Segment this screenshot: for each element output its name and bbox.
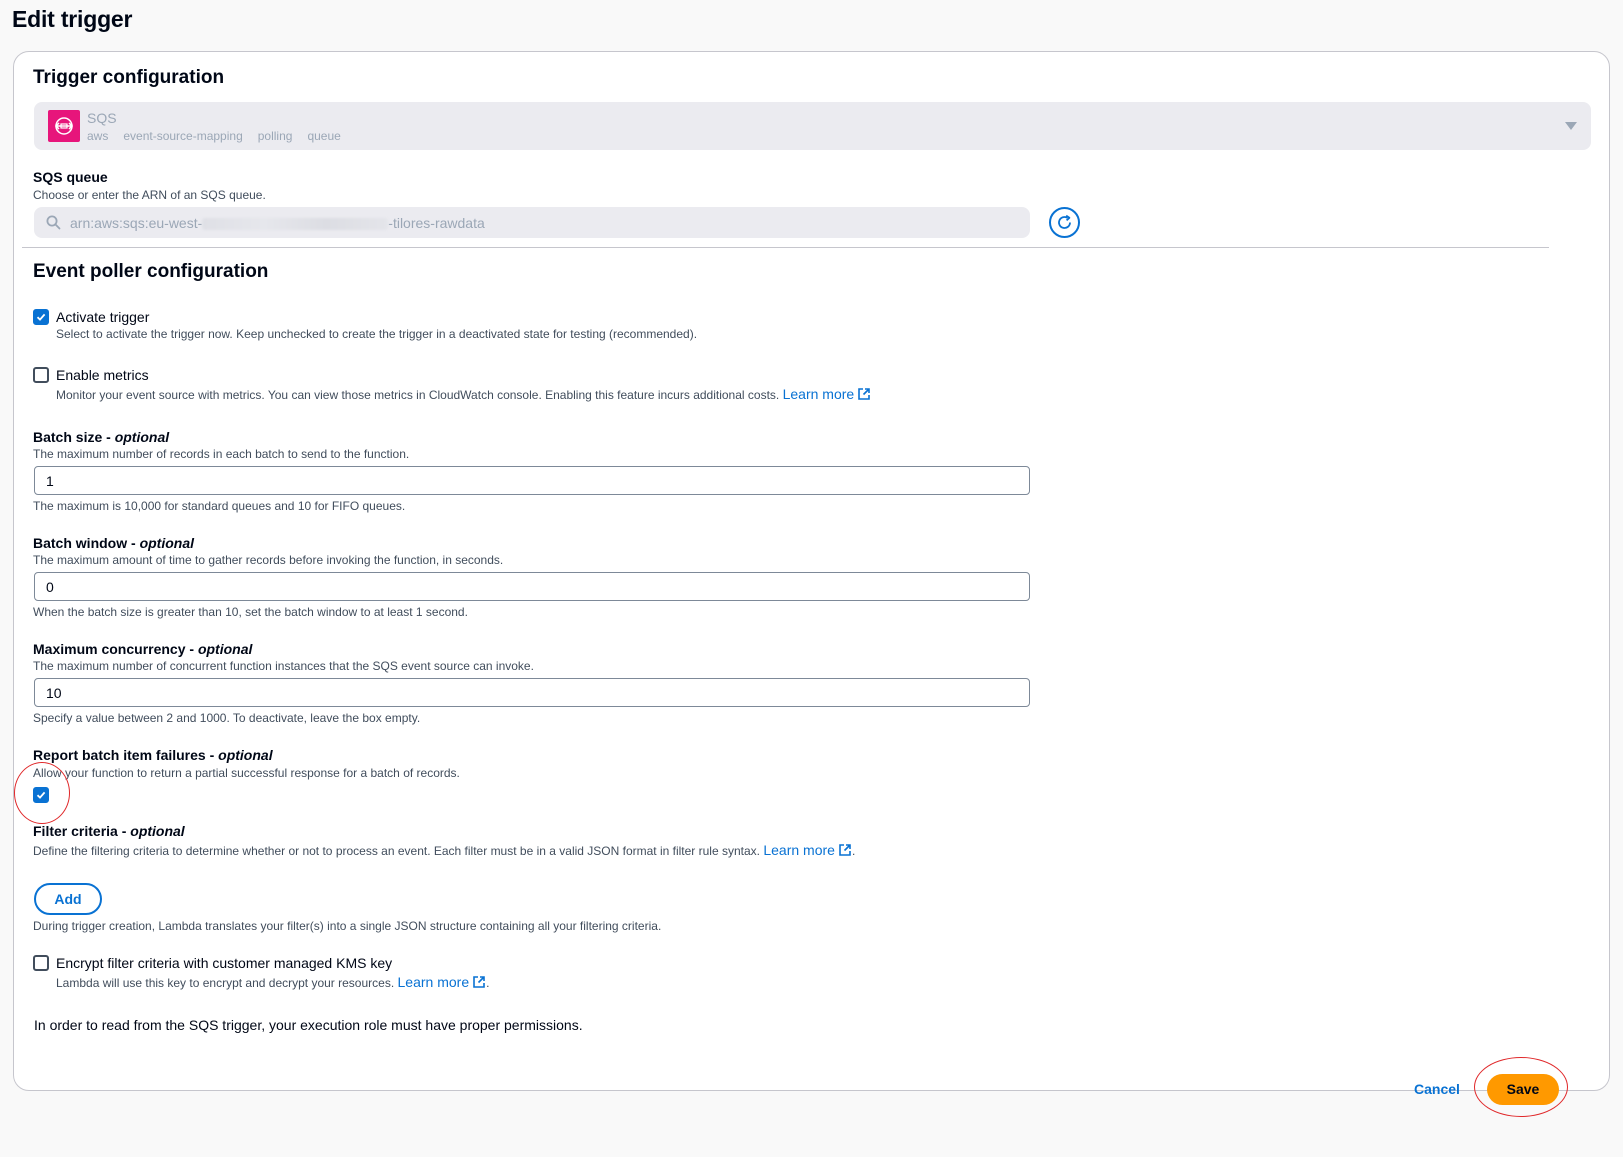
page-title: Edit trigger <box>12 6 133 32</box>
sqs-logo-icon <box>48 110 80 142</box>
arn-prefix: arn:aws:sqs:eu-west- <box>70 215 203 231</box>
encrypt-filter-description-text: Lambda will use this key to encrypt and … <box>56 976 395 990</box>
caret-down-icon <box>1565 122 1577 130</box>
learn-more-text: Learn more <box>397 974 470 990</box>
trigger-form-card: Trigger configuration SQS aws event-sour… <box>13 51 1610 1091</box>
encrypt-filter-learn-more-link[interactable]: Learn more <box>398 974 487 990</box>
activate-trigger-checkbox[interactable] <box>33 309 49 325</box>
enable-metrics-checkbox[interactable] <box>33 367 49 383</box>
filter-criteria-description-text: Define the filtering criteria to determi… <box>33 844 760 858</box>
enable-metrics-label[interactable]: Enable metrics <box>56 367 149 383</box>
report-batch-failures-label: Report batch item failures - optional <box>33 747 273 763</box>
batch-size-input[interactable]: 1 <box>34 466 1030 495</box>
enable-metrics-description: Monitor your event source with metrics. … <box>56 386 871 402</box>
optional-label: optional <box>218 747 273 763</box>
activate-trigger-label[interactable]: Activate trigger <box>56 309 149 325</box>
report-batch-failures-label-text: Report batch item failures - <box>33 747 219 763</box>
enable-metrics-learn-more-link[interactable]: Learn more <box>783 386 872 402</box>
source-tags: aws event-source-mapping polling queue <box>87 129 341 143</box>
max-concurrency-hint: Specify a value between 2 and 1000. To d… <box>33 711 421 725</box>
report-batch-failures-checkbox[interactable] <box>33 787 49 803</box>
source-tag: polling <box>257 129 293 143</box>
batch-window-description: The maximum amount of time to gather rec… <box>33 553 504 567</box>
encrypt-filter-checkbox[interactable] <box>33 955 49 971</box>
optional-label: optional <box>114 429 170 445</box>
refresh-icon <box>1058 214 1071 229</box>
optional-label: optional <box>197 641 253 657</box>
trigger-configuration-heading: Trigger configuration <box>33 67 225 88</box>
max-concurrency-description: The maximum number of concurrent functio… <box>33 659 534 673</box>
add-filter-button[interactable]: Add <box>34 883 102 915</box>
search-icon <box>46 215 61 230</box>
source-tag: event-source-mapping <box>123 129 243 143</box>
source-tag: queue <box>307 129 341 143</box>
optional-label: optional <box>130 823 185 839</box>
batch-window-label: Batch window - optional <box>33 535 194 551</box>
external-link-icon <box>839 844 851 856</box>
filter-criteria-label-text: Filter criteria - <box>33 823 131 839</box>
learn-more-text: Learn more <box>763 842 835 858</box>
batch-window-label-text: Batch window - <box>33 535 140 551</box>
report-batch-failures-description: Allow your function to return a partial … <box>33 766 460 780</box>
arn-suffix: -tilores-rawdata <box>388 215 485 231</box>
checkmark-icon <box>36 791 46 799</box>
batch-size-hint: The maximum is 10,000 for standard queue… <box>33 499 406 513</box>
source-tag: aws <box>87 129 109 143</box>
optional-label: optional <box>139 535 194 551</box>
event-poller-heading: Event poller configuration <box>33 261 269 282</box>
batch-size-description: The maximum number of records in each ba… <box>33 447 410 461</box>
encrypt-filter-description: Lambda will use this key to encrypt and … <box>56 974 490 990</box>
max-concurrency-label-text: Maximum concurrency - <box>33 641 198 657</box>
max-concurrency-input[interactable]: 10 <box>34 678 1030 707</box>
batch-window-hint: When the batch size is greater than 10, … <box>33 605 468 619</box>
max-concurrency-label: Maximum concurrency - optional <box>33 641 252 657</box>
sqs-queue-label: SQS queue <box>33 169 108 185</box>
filter-criteria-label: Filter criteria - optional <box>33 823 185 839</box>
trigger-source-select[interactable]: SQS aws event-source-mapping polling que… <box>34 102 1591 150</box>
sqs-queue-input[interactable]: arn:aws:sqs:eu-west- -tilores-rawdata <box>34 207 1030 238</box>
learn-more-text: Learn more <box>782 386 855 402</box>
batch-size-label-text: Batch size - <box>33 429 115 445</box>
activate-trigger-description: Select to activate the trigger now. Keep… <box>56 327 698 341</box>
source-name: SQS <box>87 110 117 126</box>
cancel-button[interactable]: Cancel <box>1414 1081 1460 1097</box>
enable-metrics-description-text: Monitor your event source with metrics. … <box>56 388 780 402</box>
filter-criteria-learn-more-link[interactable]: Learn more <box>763 842 852 858</box>
section-divider <box>22 247 1549 248</box>
permissions-note: In order to read from the SQS trigger, y… <box>34 1017 583 1033</box>
checkmark-icon <box>36 313 46 321</box>
external-link-icon <box>473 976 485 988</box>
batch-size-label: Batch size - optional <box>33 429 169 445</box>
sqs-queue-description: Choose or enter the ARN of an SQS queue. <box>33 188 266 202</box>
save-button[interactable]: Save <box>1487 1074 1559 1105</box>
filter-criteria-hint: During trigger creation, Lambda translat… <box>33 919 662 933</box>
filter-criteria-description: Define the filtering criteria to determi… <box>33 842 856 858</box>
encrypt-filter-label[interactable]: Encrypt filter criteria with customer ma… <box>56 955 392 971</box>
refresh-button[interactable] <box>1049 207 1080 238</box>
batch-window-input[interactable]: 0 <box>34 572 1030 601</box>
external-link-icon <box>858 388 870 400</box>
sqs-queue-arn: arn:aws:sqs:eu-west- -tilores-rawdata <box>70 215 485 231</box>
redacted-arn-segment <box>202 218 389 231</box>
